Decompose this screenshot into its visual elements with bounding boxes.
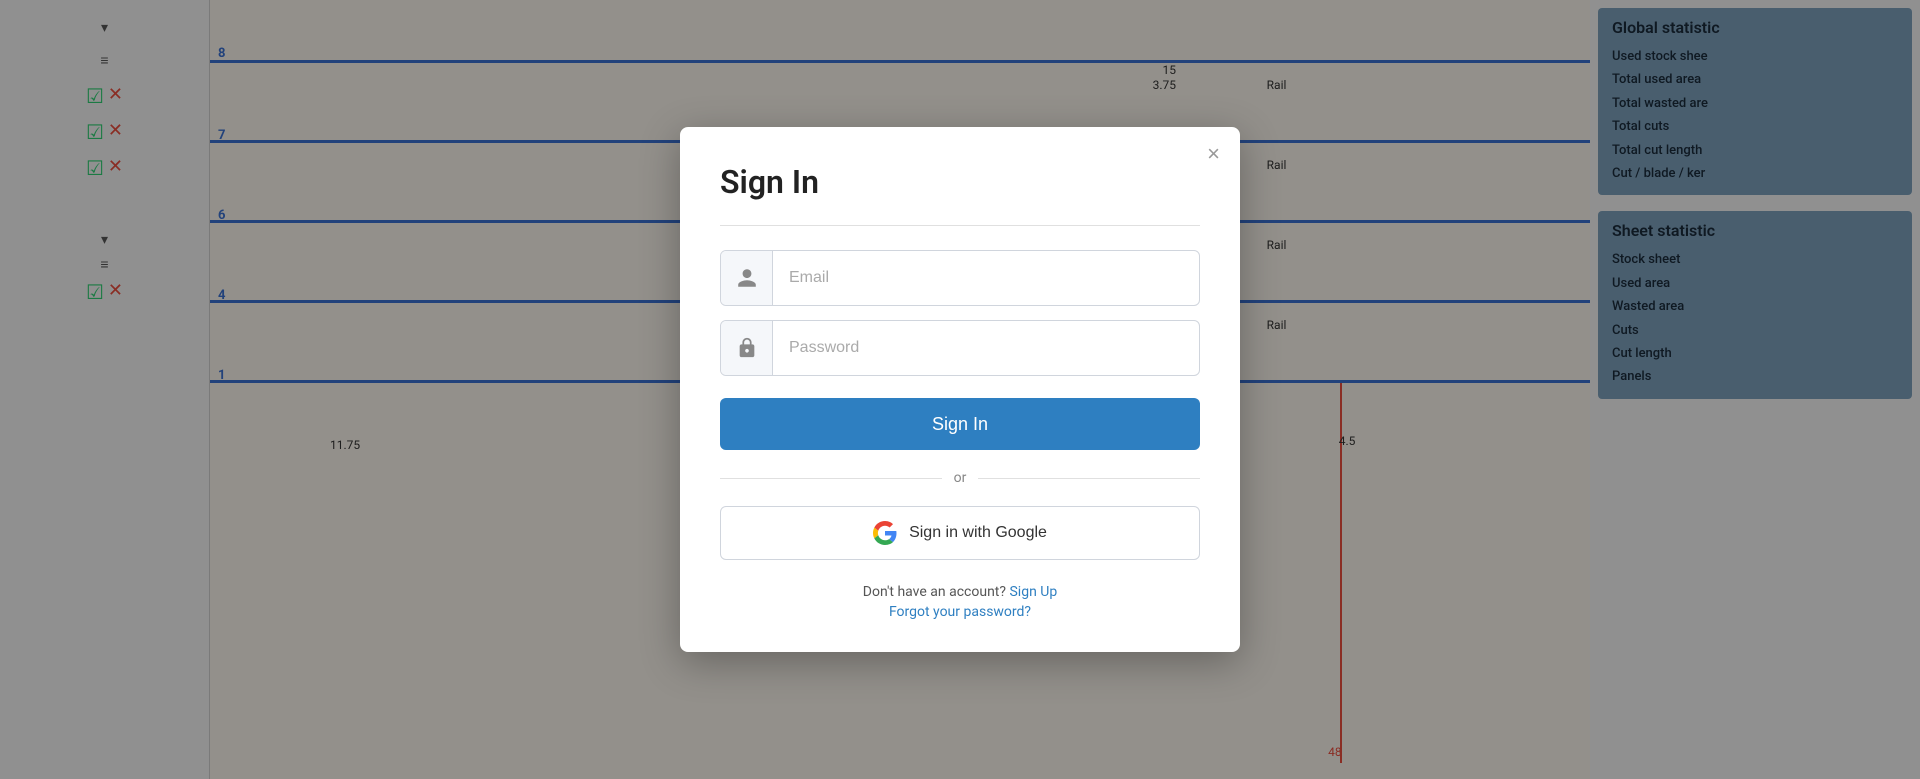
footer-text: Don't have an account? [863, 584, 1006, 600]
email-input-group [720, 250, 1200, 306]
or-line-left [720, 478, 942, 479]
sign-up-link[interactable]: Sign Up [1009, 584, 1057, 600]
forgot-password-link[interactable]: Forgot your password? [889, 604, 1031, 620]
modal-footer: Don't have an account? Sign Up Forgot yo… [720, 584, 1200, 620]
modal-overlay: × Sign In Sign In [0, 0, 1920, 779]
close-button[interactable]: × [1207, 143, 1220, 165]
or-text: or [954, 470, 967, 486]
google-sign-in-button[interactable]: Sign in with Google [720, 506, 1200, 560]
google-icon [873, 521, 897, 545]
modal-title: Sign In [720, 163, 1200, 201]
or-divider: or [720, 470, 1200, 486]
sign-in-button[interactable]: Sign In [720, 398, 1200, 450]
or-line-right [978, 478, 1200, 479]
title-divider [720, 225, 1200, 226]
forgot-link-wrapper: Forgot your password? [720, 604, 1200, 620]
password-field[interactable] [773, 321, 1199, 375]
google-button-label: Sign in with Google [909, 524, 1047, 542]
password-input-group [720, 320, 1200, 376]
lock-svg [736, 337, 758, 359]
user-icon [721, 251, 773, 305]
email-field[interactable] [773, 251, 1199, 305]
lock-icon [721, 321, 773, 375]
user-svg [736, 267, 758, 289]
sign-in-modal: × Sign In Sign In [680, 127, 1240, 652]
